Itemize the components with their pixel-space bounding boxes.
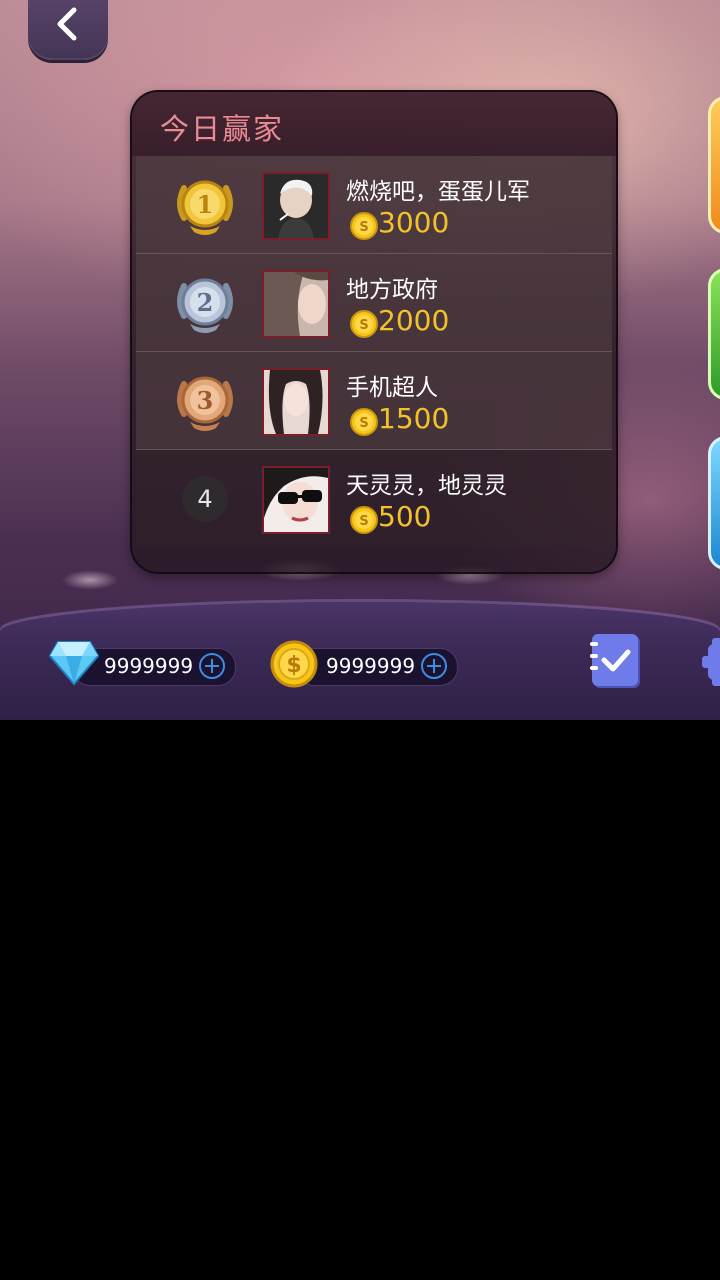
ranking-row-4[interactable]: 4 天灵灵，地灵灵 S 500 <box>136 450 612 547</box>
gold-medal-icon: 1 <box>177 180 233 235</box>
ranking-row-2[interactable]: 2 地方政府 S 2000 <box>136 254 612 352</box>
coin-icon: S <box>350 506 378 534</box>
gold-balance: 9999999 <box>326 654 416 678</box>
svg-text:2: 2 <box>197 288 214 317</box>
coin-icon: S <box>350 212 378 240</box>
svg-text:3: 3 <box>197 386 214 415</box>
svg-text:S: S <box>359 318 368 333</box>
gold-coin-icon: $ <box>270 640 318 688</box>
bronze-medal-icon: 3 <box>177 376 233 431</box>
add-gold-button[interactable] <box>420 652 448 680</box>
coin-icon: S <box>350 408 378 436</box>
back-button[interactable] <box>28 0 108 60</box>
player-name: 燃烧吧，蛋蛋儿军 <box>346 179 530 205</box>
player-name: 地方政府 <box>346 277 438 303</box>
svg-text:S: S <box>359 416 368 431</box>
avatar <box>262 466 330 534</box>
player-name: 天灵灵，地灵灵 <box>346 473 507 499</box>
ranking-row-1[interactable]: 1 燃烧吧，蛋蛋儿军 S 3000 <box>136 156 612 254</box>
avatar <box>262 270 330 338</box>
avatar <box>262 172 330 240</box>
diamond-balance: 9999999 <box>104 654 194 678</box>
today-winners-panel: 今日赢家 1 燃烧吧，蛋蛋儿军 S 3000 2 地方政府 S 2000 3 手… <box>130 90 618 574</box>
add-diamonds-button[interactable] <box>198 652 226 680</box>
svg-text:$: $ <box>286 653 301 678</box>
player-score: 3000 <box>378 206 450 239</box>
task-checklist-icon[interactable] <box>588 632 644 692</box>
diamond-icon <box>48 641 100 686</box>
avatar <box>262 368 330 436</box>
back-arrow-icon <box>57 7 77 41</box>
panel-header: 今日赢家 <box>132 92 616 156</box>
game-lobby-screen: 今日赢家 1 燃烧吧，蛋蛋儿军 S 3000 2 地方政府 S 2000 3 手… <box>0 0 720 720</box>
panel-title: 今日赢家 <box>160 112 285 146</box>
player-name: 手机超人 <box>346 375 438 401</box>
ranking-row-3[interactable]: 3 手机超人 S 1500 <box>136 352 612 450</box>
player-score: 1500 <box>378 402 450 435</box>
player-score: 500 <box>378 500 432 533</box>
side-menu-card-green[interactable] <box>708 268 720 400</box>
silver-medal-icon: 2 <box>177 278 233 333</box>
svg-text:S: S <box>359 514 368 529</box>
side-menu-card-blue[interactable] <box>708 436 720 570</box>
coin-icon: S <box>350 310 378 338</box>
svg-text:1: 1 <box>197 190 214 219</box>
gear-icon[interactable] <box>702 636 720 688</box>
svg-text:S: S <box>359 220 368 235</box>
side-menu-card-orange[interactable] <box>708 96 720 234</box>
player-score: 2000 <box>378 304 450 337</box>
rank-number-badge: 4 <box>182 476 228 522</box>
